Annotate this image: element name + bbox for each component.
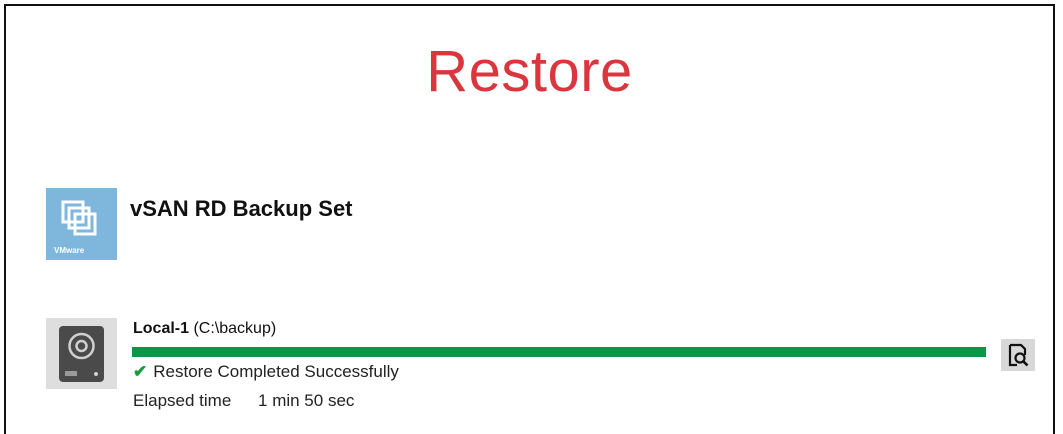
destination-label: Local-1 (C:\backup) <box>133 320 276 338</box>
elapsed-time: Elapsed time 1 min 50 sec <box>133 391 354 411</box>
vmware-icon: VMware <box>46 188 117 260</box>
backup-set-name: vSAN RD Backup Set <box>130 196 353 221</box>
elapsed-value: 1 min 50 sec <box>258 391 355 410</box>
view-log-button[interactable] <box>1001 339 1035 371</box>
progress-bar-fill <box>132 347 986 357</box>
restore-status: ✔ Restore Completed Successfully <box>133 362 399 382</box>
vmware-caption: VMware <box>54 246 85 255</box>
progress-bar <box>132 347 986 357</box>
elapsed-label: Elapsed time <box>133 391 232 410</box>
hard-drive-icon <box>46 318 117 389</box>
destination-name: Local-1 <box>133 320 190 337</box>
status-text: Restore Completed Successfully <box>153 362 399 381</box>
destination-path: (C:\backup) <box>193 320 277 337</box>
restore-panel: Restore VMware vSAN RD Backup Set Local-… <box>4 4 1055 434</box>
view-log-icon <box>1008 343 1029 367</box>
page-title: Restore <box>426 39 633 104</box>
check-icon: ✔ <box>133 362 148 381</box>
